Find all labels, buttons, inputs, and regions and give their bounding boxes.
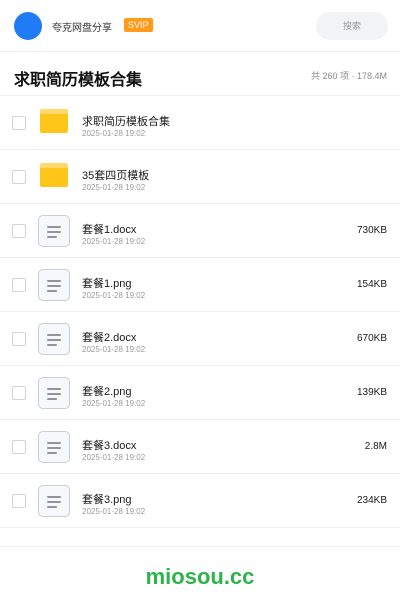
item-size: 154KB: [356, 279, 387, 290]
svip-badge: SVIP: [124, 18, 153, 32]
item-date: 2025-01-28 19:02: [82, 507, 146, 516]
item-size: 730KB: [356, 225, 387, 236]
item-size: 2.8M: [364, 441, 387, 452]
item-date: 2025-01-28 19:02: [82, 399, 146, 408]
list-item[interactable]: 35套四页模板 2025-01-28 19:02: [0, 150, 400, 204]
list-item[interactable]: 套餐1.png 2025-01-28 19:02 154KB: [0, 258, 400, 312]
title-bar: 求职简历模板合集 共 260 项 · 178.4M: [0, 52, 400, 96]
list-item[interactable]: 套餐3.png 2025-01-28 19:02 234KB: [0, 474, 400, 528]
document-icon: [38, 485, 70, 517]
folder-icon: [40, 109, 68, 133]
list-item[interactable]: 求职简历模板合集 2025-01-28 19:02: [0, 96, 400, 150]
item-size: 139KB: [356, 387, 387, 398]
document-icon: [38, 431, 70, 463]
select-checkbox[interactable]: [12, 494, 26, 508]
item-date: 2025-01-28 19:02: [82, 183, 146, 192]
document-icon: [38, 377, 70, 409]
item-name: 套餐3.docx: [82, 440, 137, 452]
uploader-name: 夸克网盘分享: [52, 23, 112, 34]
item-name: 套餐2.png: [82, 386, 132, 398]
select-checkbox[interactable]: [12, 170, 26, 184]
item-date: 2025-01-28 19:02: [82, 291, 146, 300]
header: 夸克网盘分享 SVIP 搜索: [0, 0, 400, 52]
watermark: miosou.cc: [145, 564, 255, 589]
list-item[interactable]: 套餐1.docx 2025-01-28 19:02 730KB: [0, 204, 400, 258]
list-item[interactable]: 套餐3.docx 2025-01-28 19:02 2.8M: [0, 420, 400, 474]
item-name: 套餐1.png: [82, 278, 132, 290]
item-date: 2025-01-28 19:02: [82, 345, 146, 354]
select-checkbox[interactable]: [12, 440, 26, 454]
search-button[interactable]: 搜索: [316, 12, 388, 40]
item-date: 2025-01-28 19:02: [82, 453, 146, 462]
select-checkbox[interactable]: [12, 332, 26, 346]
file-list: 求职简历模板合集 2025-01-28 19:02 35套四页模板 2025-01-2…: [0, 96, 400, 528]
folder-icon: [40, 163, 68, 187]
select-checkbox[interactable]: [12, 386, 26, 400]
document-icon: [38, 323, 70, 355]
item-name: 求职简历模板合集: [82, 116, 170, 128]
avatar[interactable]: [14, 12, 42, 40]
document-icon: [38, 215, 70, 247]
item-name: 套餐2.docx: [82, 332, 137, 344]
item-date: 2025-01-28 19:02: [82, 129, 146, 138]
document-icon: [38, 269, 70, 301]
item-size: 234KB: [356, 495, 387, 506]
list-item[interactable]: 套餐2.png 2025-01-28 19:02 139KB: [0, 366, 400, 420]
item-size: 670KB: [356, 333, 387, 344]
page-title: 求职简历模板合集: [14, 72, 143, 89]
item-name: 套餐3.png: [82, 494, 132, 506]
divider: [0, 546, 400, 547]
select-checkbox[interactable]: [12, 278, 26, 292]
item-date: 2025-01-28 19:02: [82, 237, 146, 246]
select-checkbox[interactable]: [12, 224, 26, 238]
select-checkbox[interactable]: [12, 116, 26, 130]
list-item[interactable]: 套餐2.docx 2025-01-28 19:02 670KB: [0, 312, 400, 366]
item-name: 35套四页模板: [82, 170, 150, 182]
item-summary: 共 260 项 · 178.4M: [310, 71, 387, 81]
item-name: 套餐1.docx: [82, 224, 137, 236]
